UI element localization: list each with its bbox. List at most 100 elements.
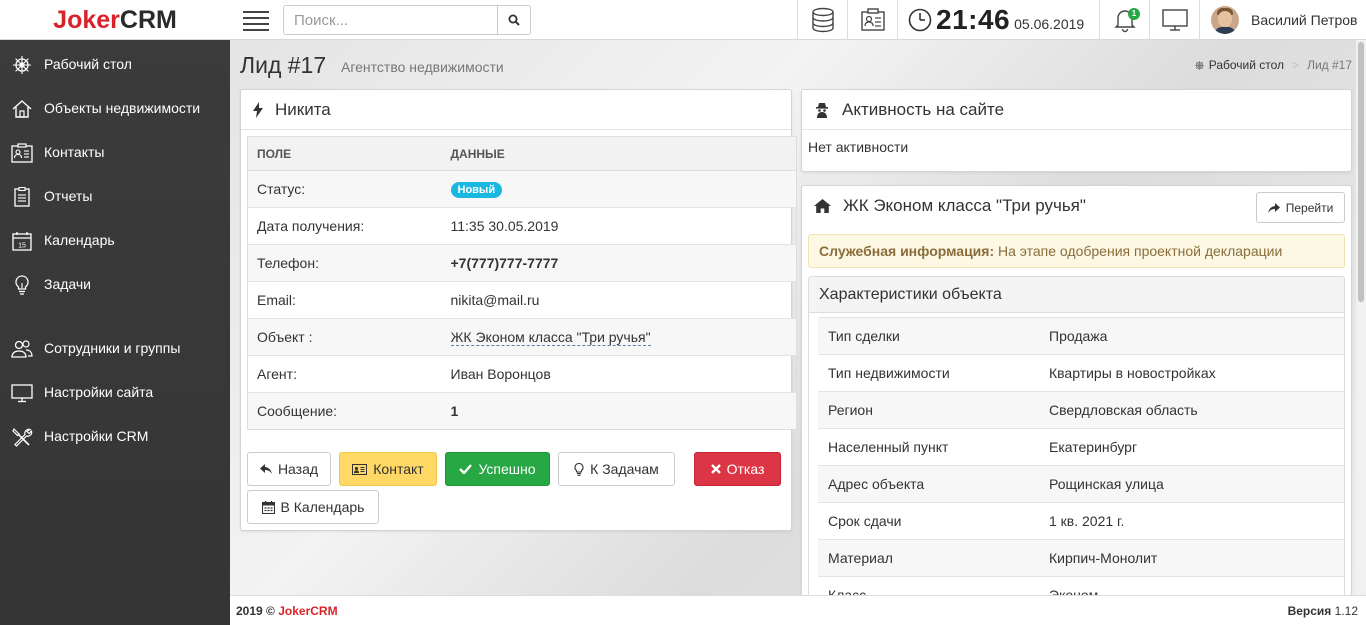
- row-field: Адрес объекта: [818, 465, 1039, 503]
- row-field: Телефон:: [247, 244, 442, 282]
- share-icon: [1267, 202, 1280, 213]
- row-value: Эконом: [1039, 576, 1344, 595]
- sidebar-item-reports[interactable]: Отчеты: [0, 175, 230, 219]
- reject-button[interactable]: Отказ: [694, 452, 781, 486]
- sidebar-item-properties[interactable]: Объекты недвижимости: [0, 87, 230, 131]
- breadcrumb: Рабочий стол > Лид #17: [1194, 58, 1352, 72]
- footer: 2019 © JokerCRM Версия 1.12: [230, 595, 1366, 625]
- col-field: ПОЛЕ: [247, 136, 442, 171]
- notifications-button[interactable]: 1: [1099, 0, 1149, 40]
- sidebar-item-tasks[interactable]: Задачи: [0, 263, 230, 307]
- main-content: Лид #17 Агентство недвижимости Рабочий с…: [230, 40, 1366, 595]
- avatar: [1211, 6, 1239, 34]
- agent-value: Иван Воронцов: [441, 355, 797, 393]
- to-tasks-button[interactable]: К Задачам: [558, 452, 675, 486]
- scrollbar-thumb[interactable]: [1358, 42, 1364, 302]
- search-input[interactable]: [284, 6, 499, 34]
- lead-name: Никита: [275, 99, 331, 119]
- sidebar-item-label: Контакты: [44, 144, 105, 160]
- col-data: ДАННЫЕ: [441, 136, 797, 171]
- id-card-icon: [352, 463, 368, 475]
- row-field: Email:: [247, 281, 442, 319]
- message-value: 1: [441, 392, 797, 430]
- row-field: Тип сделки: [818, 317, 1039, 355]
- row-value: ЖК Эконом класса "Три ручья": [441, 318, 797, 356]
- tools-icon: [12, 427, 33, 447]
- activity-text: Нет активности: [808, 139, 909, 155]
- sidebar-item-site-settings[interactable]: Настройки сайта: [0, 371, 230, 415]
- row-field: Сообщение:: [247, 392, 442, 430]
- table-row: Регион Свердловская область: [818, 391, 1344, 429]
- row-value: Продажа: [1039, 317, 1344, 355]
- sidebar-item-crm-settings[interactable]: Настройки CRM: [0, 415, 230, 459]
- sidebar-item-dashboard[interactable]: Рабочий стол: [0, 43, 230, 87]
- contact-card-button[interactable]: [847, 0, 897, 40]
- logo[interactable]: JokerCRM: [0, 0, 230, 40]
- footer-brand-link[interactable]: JokerCRM: [278, 604, 337, 618]
- property-link[interactable]: ЖК Эконом класса "Три ручья": [450, 329, 651, 346]
- reports-icon: [14, 187, 30, 207]
- version-label: Версия: [1287, 604, 1332, 618]
- home-icon: [814, 199, 831, 213]
- clock-date: 05.06.2019: [1014, 16, 1085, 32]
- goto-button[interactable]: Перейти: [1256, 192, 1345, 223]
- success-button[interactable]: Успешно: [445, 452, 550, 486]
- logo-part2: CRM: [119, 6, 177, 34]
- sidebar-item-label: Задачи: [44, 276, 92, 292]
- notifications-badge: 1: [1128, 8, 1140, 20]
- row-field: Класс: [818, 576, 1039, 595]
- sidebar-item-staff[interactable]: Сотрудники и группы: [0, 327, 230, 371]
- table-row: Материал Кирпич-Монолит: [818, 539, 1344, 577]
- table-row: Адрес объекта Рощинская улица: [818, 465, 1344, 503]
- property-card: ЖК Эконом класса "Три ручья" Перейти Слу…: [801, 185, 1352, 595]
- phone-value: +7(777)777-7777: [441, 244, 797, 282]
- user-menu[interactable]: Василий Петров: [1199, 0, 1366, 40]
- to-calendar-button[interactable]: В Календарь: [247, 490, 379, 524]
- search-button[interactable]: [497, 6, 530, 34]
- logo-part1: Joker: [53, 6, 120, 34]
- sidebar-item-label: Сотрудники и группы: [44, 340, 181, 356]
- sidebar-item-contacts[interactable]: Контакты: [0, 131, 230, 175]
- contact-button[interactable]: Контакт: [339, 452, 437, 486]
- back-button[interactable]: Назад: [247, 452, 331, 486]
- characteristics-table: Тип сделки Продажа Тип недвижимости Кварти…: [818, 317, 1344, 595]
- table-row: Email: nikita@mail.ru: [247, 281, 797, 319]
- monitor-icon: [1161, 9, 1188, 31]
- contacts-icon: [11, 143, 33, 163]
- row-field: Агент:: [247, 355, 442, 393]
- activity-title: Активность на сайте: [842, 99, 1005, 119]
- menu-toggle-icon[interactable]: [243, 11, 269, 31]
- spy-icon: [816, 102, 828, 118]
- breadcrumb-home[interactable]: Рабочий стол: [1209, 58, 1284, 72]
- row-value: Квартиры в новостройках: [1039, 354, 1344, 392]
- sidebar-item-calendar[interactable]: 15 Календарь: [0, 219, 230, 263]
- lead-table: ПОЛЕ ДАННЫЕ Статус: Новый Дата получения…: [247, 136, 797, 430]
- page-scrollbar[interactable]: [1356, 40, 1366, 595]
- database-icon: [811, 7, 834, 33]
- svg-text:15: 15: [18, 243, 26, 250]
- row-field: Регион: [818, 391, 1039, 429]
- sidebar-item-label: Рабочий стол: [44, 56, 132, 72]
- calendar-icon: 15: [12, 232, 32, 251]
- sidebar-item-label: Настройки сайта: [44, 384, 154, 400]
- row-value: Кирпич-Монолит: [1039, 539, 1344, 577]
- table-row: Тип недвижимости Квартиры в новостройках: [818, 354, 1344, 392]
- breadcrumb-separator: >: [1292, 58, 1300, 72]
- row-value: Рощинская улица: [1039, 465, 1344, 503]
- copyright-year: 2019 ©: [236, 604, 275, 618]
- page-subtitle: Агентство недвижимости: [341, 59, 504, 75]
- table-row: Населенный пункт Екатеринбург: [818, 428, 1344, 466]
- table-row: Тип сделки Продажа: [818, 317, 1344, 355]
- contact-button-label: Контакт: [373, 461, 424, 477]
- table-row: Объект : ЖК Эконом класса "Три ручья": [247, 318, 797, 356]
- property-title: ЖК Эконом класса "Три ручья": [843, 196, 1086, 215]
- table-row: КлассЭконом: [818, 576, 1344, 595]
- monitor-icon: [11, 384, 33, 403]
- screen-button[interactable]: [1149, 0, 1199, 40]
- database-button[interactable]: [797, 0, 847, 40]
- wheel-icon: [1194, 60, 1204, 70]
- service-info-notice: Служебная информация: На этапе одобрения…: [808, 234, 1345, 268]
- row-value: Екатеринбург: [1039, 428, 1344, 466]
- table-row: Агент: Иван Воронцов: [247, 355, 797, 393]
- to-tasks-button-label: К Задачам: [590, 461, 659, 477]
